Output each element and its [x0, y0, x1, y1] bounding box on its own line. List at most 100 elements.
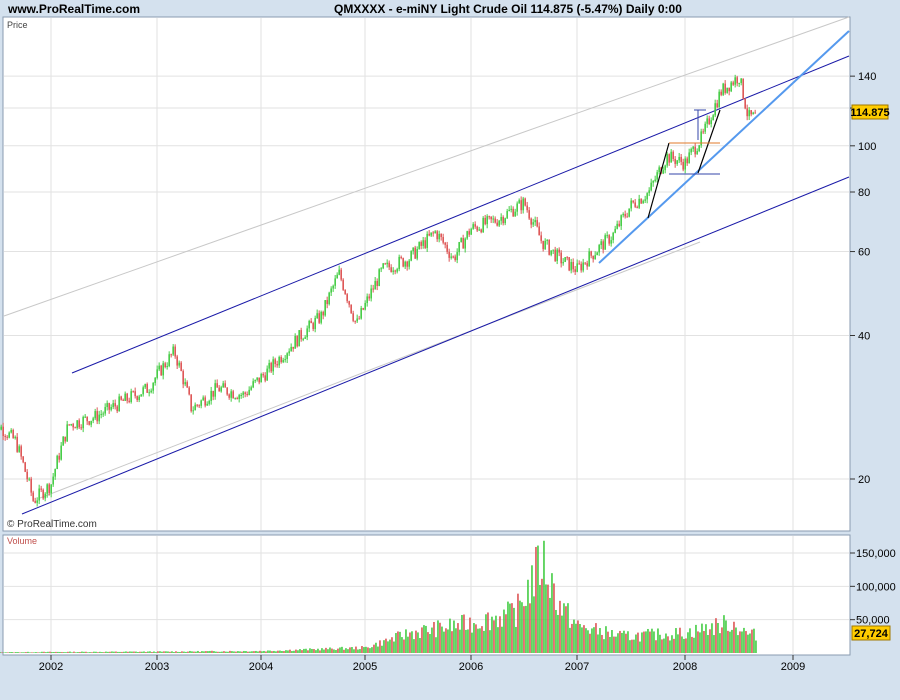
volume-bar	[505, 614, 507, 653]
price-candle-body	[668, 154, 670, 163]
price-candle-body	[750, 110, 752, 115]
price-candle-body	[224, 383, 226, 388]
volume-bar	[641, 632, 643, 653]
volume-bar	[619, 630, 621, 653]
price-candle-body	[354, 320, 356, 322]
price-candle-body	[648, 190, 650, 194]
volume-bar	[445, 628, 447, 653]
price-candle-body	[524, 198, 526, 206]
volume-bar	[361, 646, 363, 653]
volume-bar	[177, 651, 179, 653]
volume-bar	[597, 634, 599, 653]
volume-bar	[85, 651, 87, 653]
price-candle-body	[230, 391, 232, 398]
price-candle-body	[610, 240, 612, 244]
volume-bar	[69, 651, 71, 653]
price-candle-body	[54, 469, 56, 477]
volume-bar	[255, 650, 257, 653]
volume-bar	[37, 652, 39, 653]
price-candle-body	[50, 484, 52, 494]
volume-bar	[733, 621, 735, 653]
volume-bar	[75, 652, 77, 653]
volume-bar	[153, 651, 155, 653]
volume-bar	[57, 651, 59, 653]
price-candle-body	[664, 165, 666, 171]
price-candle-body	[158, 365, 160, 370]
volume-bar	[609, 636, 611, 653]
volume-bar	[637, 632, 639, 653]
price-candle-body	[222, 383, 224, 388]
volume-bar	[307, 650, 309, 653]
volume-bar	[81, 651, 83, 653]
price-candle-body	[540, 235, 542, 241]
volume-bar	[357, 649, 359, 653]
price-candle-body	[434, 231, 436, 234]
price-candle-body	[14, 436, 16, 439]
volume-bar	[461, 614, 463, 653]
volume-bar	[567, 603, 569, 653]
volume-bar	[491, 616, 493, 653]
volume-bar	[201, 651, 203, 653]
price-candle-body	[598, 245, 600, 253]
price-candle-body	[442, 237, 444, 243]
price-candle-body	[114, 403, 116, 407]
volume-bar	[533, 596, 535, 653]
volume-bar	[749, 633, 751, 653]
volume-bar	[495, 615, 497, 653]
volume-bar	[393, 641, 395, 653]
volume-bar	[563, 603, 565, 653]
price-candle-body	[40, 488, 42, 490]
volume-bar	[691, 636, 693, 653]
x-tick-label-2006: 2006	[459, 661, 483, 673]
price-candle-body	[300, 330, 302, 340]
price-candle-body	[0, 426, 2, 430]
volume-bar	[29, 652, 31, 653]
volume-bar	[667, 636, 669, 653]
volume-bar	[9, 652, 11, 653]
price-candle-body	[162, 363, 164, 376]
price-candle-body	[132, 391, 134, 393]
volume-bar	[321, 648, 323, 653]
volume-bar	[131, 651, 133, 653]
volume-bar	[333, 649, 335, 653]
price-candle-body	[342, 279, 344, 290]
price-candle-body	[514, 211, 516, 217]
volume-bar	[747, 634, 749, 653]
volume-bar	[657, 628, 659, 653]
price-candle-body	[294, 335, 296, 349]
price-candle-body	[308, 320, 310, 329]
price-candle-body	[456, 252, 458, 261]
volume-axis: 50,000 100,000 150,000	[850, 548, 896, 627]
price-candle-body	[98, 414, 100, 422]
volume-bar	[403, 639, 405, 653]
price-candle-body	[70, 424, 72, 426]
volume-bar	[551, 573, 553, 653]
volume-bar	[431, 627, 433, 653]
volume-bar	[375, 642, 377, 653]
price-candle-body	[358, 318, 360, 320]
volume-bar	[323, 649, 325, 653]
price-candle-body	[548, 240, 550, 255]
price-candle-body	[218, 387, 220, 392]
price-candle-body	[708, 118, 710, 125]
price-candle-body	[280, 357, 282, 363]
price-candle-body	[682, 161, 684, 170]
price-candle-body	[316, 313, 318, 319]
price-candle-body	[432, 232, 434, 234]
price-candle-body	[608, 235, 610, 244]
price-candle-body	[244, 392, 246, 394]
chart-svg: Price © ProRealTime.com 2040608010012014…	[0, 16, 896, 673]
volume-bar	[335, 650, 337, 653]
volume-bar	[389, 639, 391, 653]
price-candle-body	[318, 313, 320, 323]
volume-bar	[591, 628, 593, 653]
volume-bar	[89, 652, 91, 653]
price-candle-body	[228, 394, 230, 398]
volume-bar	[539, 584, 541, 653]
volume-bar	[629, 640, 631, 653]
volume-bar	[449, 618, 451, 653]
price-candle-body	[606, 235, 608, 237]
price-candle-body	[684, 158, 686, 170]
price-candle-body	[670, 151, 672, 163]
volume-bar	[379, 640, 381, 653]
